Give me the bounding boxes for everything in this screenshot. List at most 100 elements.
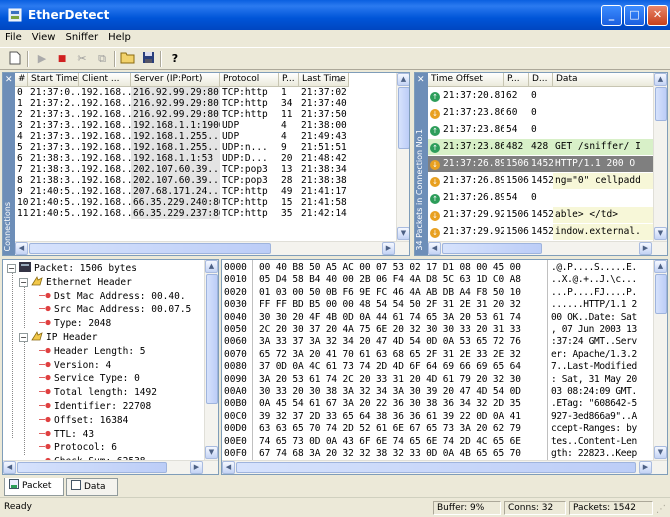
scroll-thumb[interactable] xyxy=(206,274,218,404)
hex-row[interactable]: 0000 00 40 B8 50 A5 AC 00 07 53 02 17 D1 … xyxy=(222,261,654,274)
menu-help[interactable]: Help xyxy=(103,30,136,45)
column-header[interactable]: D... xyxy=(529,73,553,87)
scroll-thumb[interactable] xyxy=(236,462,636,473)
hex-row[interactable]: 00D0 63 63 65 70 74 2D 52 61 6E 67 65 73 … xyxy=(222,422,654,435)
minimize-button[interactable]: _ xyxy=(601,5,622,26)
hex-row[interactable]: 0040 30 30 20 4F 4B 0D 0A 44 61 74 65 3A … xyxy=(222,311,654,324)
hex-row[interactable]: 0060 3A 33 37 3A 32 34 20 47 4D 54 0D 0A … xyxy=(222,335,654,348)
scroll-up-icon[interactable]: ▲ xyxy=(397,73,409,86)
tab-packet[interactable]: Packet xyxy=(4,478,64,496)
table-row[interactable]: ↑21:37:26.89154 0 xyxy=(428,190,654,206)
connection-packets-tab[interactable]: ✕ 34 Packets in Connection No.1 xyxy=(415,73,428,255)
table-row[interactable]: 4 21:37:3...192.168....192.168.1.255...UD… xyxy=(15,131,395,142)
table-row[interactable]: 9 21:40:5...192.168....207.68.171.24...TC… xyxy=(15,186,395,197)
scroll-right-icon[interactable]: ▶ xyxy=(190,461,203,474)
scroll-thumb[interactable] xyxy=(442,243,542,254)
tab-data[interactable]: Data xyxy=(66,478,118,496)
menu-sniffer[interactable]: Sniffer xyxy=(60,30,103,45)
collapse-toggle-icon[interactable]: − xyxy=(7,264,16,273)
scroll-down-icon[interactable]: ▼ xyxy=(654,446,667,459)
column-header[interactable]: Server (IP:Port) xyxy=(131,73,220,87)
packets-vscroll[interactable]: ▲ ▼ xyxy=(653,73,667,241)
column-header[interactable]: Client ... xyxy=(79,73,131,87)
scroll-up-icon[interactable]: ▲ xyxy=(654,73,667,86)
scroll-right-icon[interactable]: ▶ xyxy=(382,242,395,255)
copy-icon[interactable]: ⧉ xyxy=(93,51,111,67)
tree-node[interactable]: − Ethernet Header xyxy=(19,275,132,290)
table-row[interactable]: 7 21:38:3...192.168....202.107.60.39...TC… xyxy=(15,164,395,175)
maximize-button[interactable]: □ xyxy=(624,5,645,26)
hex-hscroll[interactable]: ◀ ▶ xyxy=(222,460,667,474)
scroll-down-icon[interactable]: ▼ xyxy=(397,227,409,240)
column-header[interactable]: # xyxy=(15,73,28,87)
table-row[interactable]: ↑21:37:23.86054 0 xyxy=(428,122,654,138)
table-row[interactable]: ↓21:37:23.86060 0 xyxy=(428,105,654,121)
scroll-down-icon[interactable]: ▼ xyxy=(654,227,667,240)
table-row[interactable]: 5 21:37:3...192.168....192.168.1.255...UD… xyxy=(15,142,395,153)
connections-tab[interactable]: ✕ Connections xyxy=(3,73,15,255)
start-capture-icon[interactable]: ▶ xyxy=(33,51,51,67)
scroll-thumb[interactable] xyxy=(398,87,409,149)
hex-row[interactable]: 0020 01 03 00 50 0B F6 9E FC 46 4A AB DB … xyxy=(222,286,654,299)
new-icon[interactable] xyxy=(6,51,24,67)
resize-grip-icon[interactable]: ⋰ xyxy=(656,504,668,516)
tree-node[interactable]: TTL: 43 xyxy=(39,428,94,442)
scroll-down-icon[interactable]: ▼ xyxy=(205,446,218,459)
scroll-left-icon[interactable]: ◀ xyxy=(15,242,28,255)
cut-icon[interactable]: ✂ xyxy=(73,51,91,67)
collapse-toggle-icon[interactable]: − xyxy=(19,333,28,342)
table-row[interactable]: 3 21:37:3...192.168....192.168.1.1:1900UD… xyxy=(15,120,395,131)
tree-node[interactable]: Dst Mac Address: 00.40. xyxy=(39,290,186,304)
hex-row[interactable]: 00C0 39 32 37 2D 33 65 64 38 36 36 61 39 … xyxy=(222,410,654,423)
tree-node[interactable]: − Packet: 1506 bytes xyxy=(7,262,137,276)
packets-hscroll[interactable]: ◀ ▶ xyxy=(428,241,667,255)
close-button[interactable]: ✕ xyxy=(647,5,668,26)
close-icon[interactable]: ✕ xyxy=(417,75,425,85)
scroll-thumb[interactable] xyxy=(17,462,167,473)
tree-node[interactable]: Total length: 1492 xyxy=(39,386,157,400)
tree-node[interactable]: Protocol: 6 xyxy=(39,441,117,455)
menu-view[interactable]: View xyxy=(27,30,61,45)
hex-row[interactable]: 00F0 67 74 68 3A 20 32 32 38 32 33 0D 0A … xyxy=(222,447,654,460)
hex-row[interactable]: 00B0 0A 45 54 61 67 3A 20 22 36 30 38 36 … xyxy=(222,397,654,410)
table-row[interactable]: ↓21:37:29.92215061452able> </td> xyxy=(428,207,654,223)
table-row[interactable]: ↓21:37:26.89115061452ng="0" cellpadd xyxy=(428,173,654,189)
hex-row[interactable]: 00A0 30 33 20 30 38 3A 32 34 3A 30 39 20 … xyxy=(222,385,654,398)
scroll-thumb[interactable] xyxy=(29,243,271,254)
column-header[interactable]: Time Offset xyxy=(428,73,504,87)
column-header[interactable]: Data xyxy=(553,73,654,87)
close-icon[interactable]: ✕ xyxy=(5,75,13,85)
tree-vscroll[interactable]: ▲ ▼ xyxy=(204,260,218,460)
menu-file[interactable]: File xyxy=(0,30,27,45)
tree-node[interactable]: Identifier: 22708 xyxy=(39,400,151,414)
tree-node[interactable]: Offset: 16384 xyxy=(39,414,128,428)
hex-row[interactable]: 0090 3A 20 53 61 74 2C 20 33 31 20 4D 61 … xyxy=(222,373,654,386)
scroll-left-icon[interactable]: ◀ xyxy=(428,242,441,255)
tree-hscroll[interactable]: ◀ ▶ xyxy=(3,460,218,474)
scroll-left-icon[interactable]: ◀ xyxy=(222,461,235,474)
table-row[interactable]: 1 21:37:2...192.168....216.92.99.29:80TCP… xyxy=(15,98,395,109)
hex-vscroll[interactable]: ▲ ▼ xyxy=(653,260,667,460)
tree-node[interactable]: Header Length: 5 xyxy=(39,345,146,359)
scroll-thumb[interactable] xyxy=(655,274,667,314)
help-icon[interactable]: ? xyxy=(166,51,184,67)
scroll-up-icon[interactable]: ▲ xyxy=(654,260,667,273)
stop-capture-icon[interactable]: ■ xyxy=(53,51,71,67)
column-header[interactable]: Last Time xyxy=(299,73,349,87)
scroll-right-icon[interactable]: ▶ xyxy=(639,461,652,474)
table-row[interactable]: ↓21:37:29.92215061452indow.external. xyxy=(428,224,654,240)
tree-node[interactable]: − IP Header xyxy=(19,331,97,345)
scroll-left-icon[interactable]: ◀ xyxy=(3,461,16,474)
table-row[interactable]: 0 21:37:0...192.168....216.92.99.29:80TCP… xyxy=(15,87,395,98)
table-row[interactable]: ↑21:37:23.860482 428 GET /sniffer/ I xyxy=(428,139,654,155)
hex-row[interactable]: 00E0 74 65 73 0D 0A 43 6F 6E 74 65 6E 74 … xyxy=(222,435,654,448)
connections-hscroll[interactable]: ◀ ▶ xyxy=(15,241,409,255)
column-header[interactable]: Protocol xyxy=(220,73,279,87)
hex-row[interactable]: 0010 05 D4 58 B4 40 00 2B 06 F4 4A D8 5C … xyxy=(222,273,654,286)
collapse-toggle-icon[interactable]: − xyxy=(19,277,28,287)
table-row[interactable]: ↓21:37:26.89115061452HTTP/1.1 200 O xyxy=(428,156,654,172)
hex-row[interactable]: 0050 2C 20 30 37 20 4A 75 6E 20 32 30 30 … xyxy=(222,323,654,336)
table-row[interactable]: ↑21:37:20.81362 0 xyxy=(428,88,654,104)
hex-row[interactable]: 0030 FF FF BD B5 00 00 48 54 54 50 2F 31 … xyxy=(222,298,654,311)
scroll-thumb[interactable] xyxy=(655,87,667,121)
